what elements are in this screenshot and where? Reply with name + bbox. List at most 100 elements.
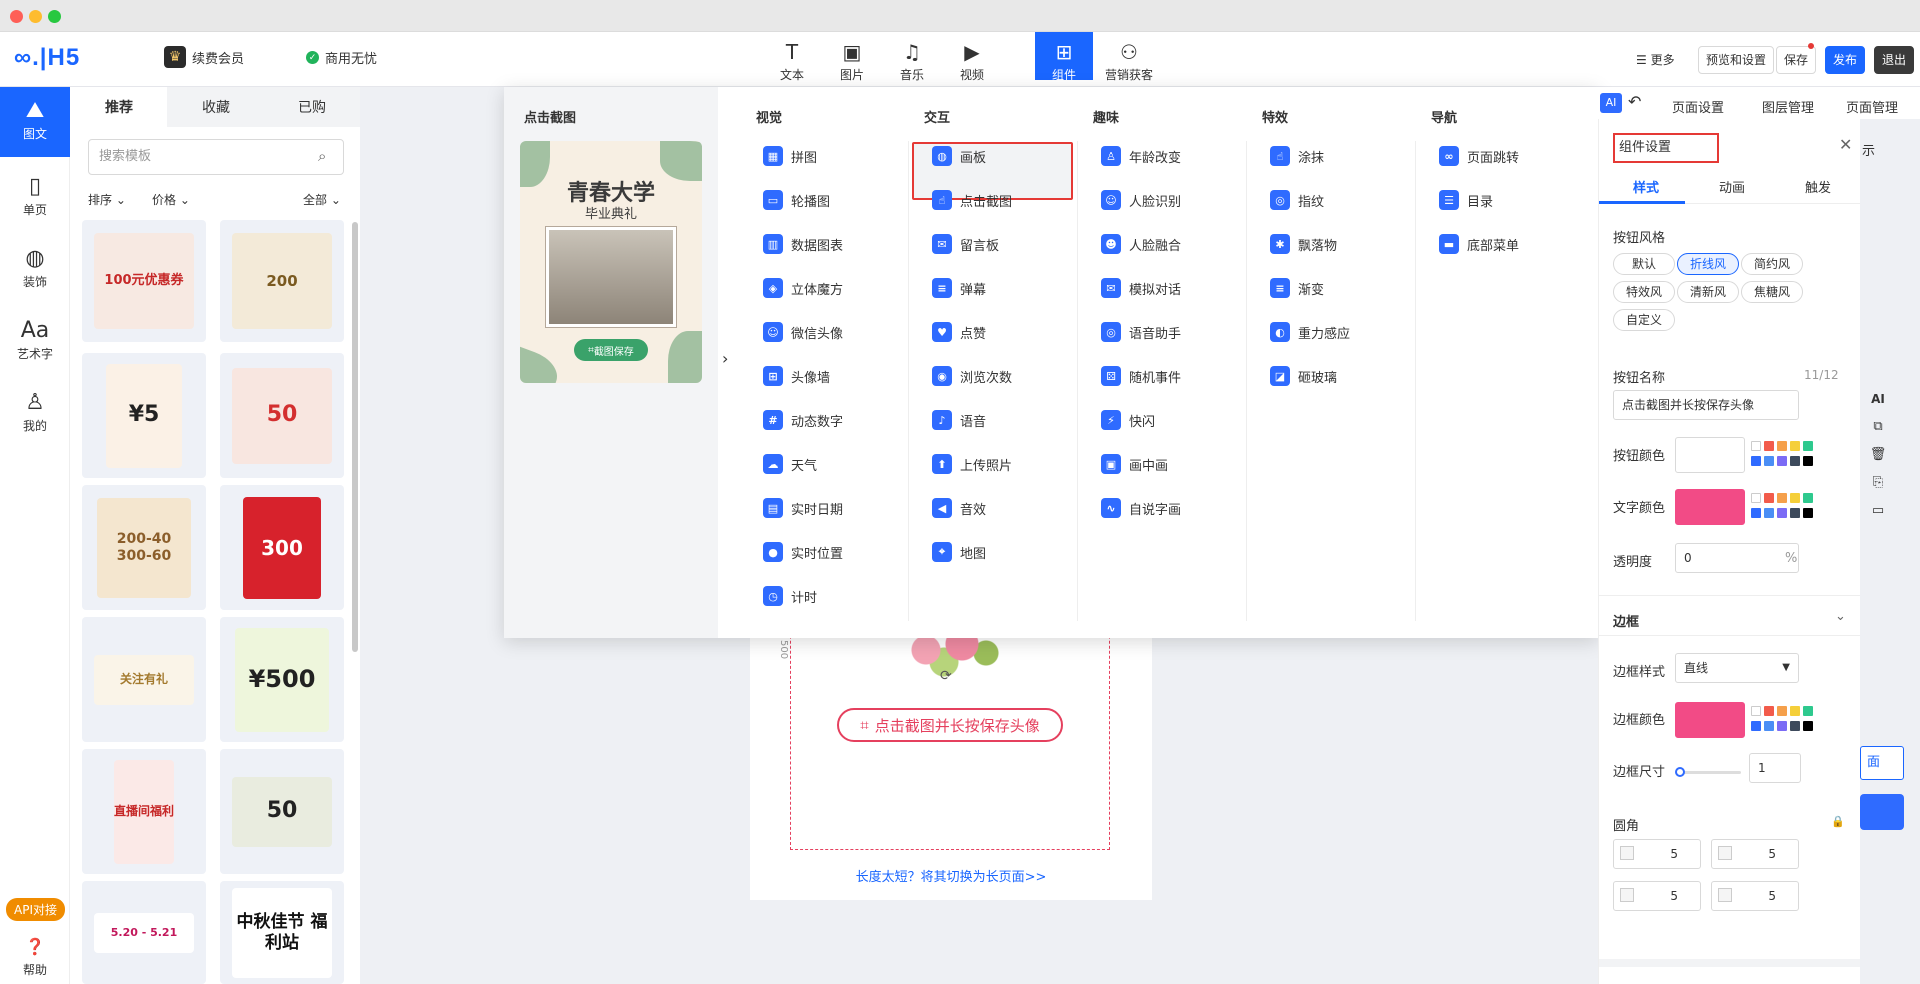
border-size-input[interactable]: 1: [1749, 753, 1801, 783]
search-input[interactable]: 搜索模板: [88, 139, 344, 175]
comp-face-fusion[interactable]: ☻ 人脸融合: [1101, 231, 1181, 257]
lock-icon[interactable]: 🔒: [1831, 815, 1845, 828]
page-button-partial[interactable]: 面: [1860, 746, 1904, 780]
ai-icon[interactable]: AI: [1600, 93, 1622, 113]
nav-decoration[interactable]: ◍ 装饰: [0, 245, 70, 290]
trash-icon[interactable]: 🗑: [1868, 441, 1888, 469]
comp-sound-effect[interactable]: ◀ 音效: [932, 495, 986, 521]
preview-card[interactable]: 青春大学 毕业典礼 ⌗ 截图保存: [520, 141, 702, 383]
subtab-trigger[interactable]: 触发: [1805, 177, 1831, 196]
chevron-down-icon[interactable]: ⌄: [1835, 609, 1846, 624]
comp-voice[interactable]: ♪ 语音: [932, 407, 986, 433]
swatch[interactable]: [1777, 508, 1787, 518]
border-style-select[interactable]: 直线 ▼: [1675, 653, 1799, 683]
tab-layer-manager[interactable]: 图层管理: [1762, 97, 1814, 116]
comp-break-glass[interactable]: ◪ 砸玻璃: [1270, 363, 1337, 389]
style-line[interactable]: 折线风: [1677, 253, 1739, 275]
subtab-animation[interactable]: 动画: [1719, 177, 1745, 196]
style-fresh[interactable]: 清新风: [1677, 281, 1739, 303]
swatch[interactable]: [1751, 706, 1761, 716]
template-card[interactable]: 50: [220, 749, 344, 874]
button-name-input[interactable]: 点击截图并长按保存头像: [1613, 390, 1799, 420]
all-dropdown[interactable]: 全部 ⌄: [303, 191, 341, 208]
swatch[interactable]: [1790, 721, 1800, 731]
text-color-picker[interactable]: [1675, 489, 1745, 525]
style-default[interactable]: 默认: [1613, 253, 1675, 275]
tab-purchased[interactable]: 已购: [298, 97, 326, 117]
comp-toc[interactable]: ☰ 目录: [1439, 187, 1493, 213]
swatch[interactable]: [1790, 441, 1800, 451]
screenshot-button[interactable]: ⌗ 点击截图并长按保存头像: [837, 708, 1063, 742]
folder-icon[interactable]: ▭: [1868, 497, 1888, 525]
price-dropdown[interactable]: 价格 ⌄: [152, 191, 190, 208]
comp-picture-in-picture[interactable]: ▣ 画中画: [1101, 451, 1168, 477]
preview-settings-button[interactable]: 预览和设置: [1698, 46, 1775, 74]
template-card[interactable]: 关注有礼: [82, 617, 206, 742]
nav-art-text[interactable]: Aa 艺术字: [0, 317, 70, 362]
swatch[interactable]: [1751, 456, 1761, 466]
template-card[interactable]: ¥5: [82, 353, 206, 478]
duplicate-icon[interactable]: ⎘: [1868, 469, 1888, 497]
swatch[interactable]: [1777, 493, 1787, 503]
template-card[interactable]: 200-40 300-60: [82, 485, 206, 610]
comp-random-event[interactable]: ⚄ 随机事件: [1101, 363, 1181, 389]
subtab-style[interactable]: 样式: [1633, 177, 1659, 196]
style-caramel[interactable]: 焦糖风: [1741, 281, 1803, 303]
tool-image[interactable]: ▣ 图片: [827, 38, 877, 83]
minimize-window-dot[interactable]: [29, 10, 42, 23]
comp-speech-caption[interactable]: ∿ 自说字画: [1101, 495, 1181, 521]
comp-avatar-wall[interactable]: ⊞ 头像墙: [763, 363, 830, 389]
comp-view-count[interactable]: ◉ 浏览次数: [932, 363, 1012, 389]
swatch[interactable]: [1751, 441, 1761, 451]
sort-dropdown[interactable]: 排序 ⌄: [88, 191, 126, 208]
comp-puzzle[interactable]: ▦ 拼图: [763, 143, 817, 169]
swatch[interactable]: [1764, 721, 1774, 731]
border-color-picker[interactable]: [1675, 702, 1745, 738]
nav-mine[interactable]: ♙ 我的: [0, 389, 70, 434]
swatch[interactable]: [1803, 508, 1813, 518]
comp-date[interactable]: ▤ 实时日期: [763, 495, 843, 521]
button-color-picker[interactable]: [1675, 437, 1745, 473]
slider-handle[interactable]: [1675, 767, 1685, 777]
search-icon[interactable]: ⌕: [318, 147, 326, 165]
tool-music[interactable]: ♫ 音乐: [887, 38, 937, 83]
comp-location[interactable]: ● 实时位置: [763, 539, 843, 565]
tab-favorites[interactable]: 收藏: [202, 97, 230, 117]
swatch[interactable]: [1764, 456, 1774, 466]
opacity-input[interactable]: 0: [1675, 543, 1799, 573]
copy-icon[interactable]: ⧉: [1868, 413, 1888, 441]
tool-text[interactable]: T 文本: [767, 38, 817, 83]
template-card[interactable]: 300: [220, 485, 344, 610]
comp-fingerprint[interactable]: ◎ 指纹: [1270, 187, 1324, 213]
rotate-icon[interactable]: ⟳: [940, 668, 952, 684]
swatch[interactable]: [1803, 721, 1813, 731]
tab-recommended[interactable]: 推荐: [105, 97, 133, 117]
comp-face-recognition[interactable]: ☺ 人脸识别: [1101, 187, 1181, 213]
comp-like[interactable]: ♥ 点赞: [932, 319, 986, 345]
swatch[interactable]: [1777, 721, 1787, 731]
comp-carousel[interactable]: ▭ 轮播图: [763, 187, 830, 213]
nav-help[interactable]: ❓ 帮助: [0, 933, 70, 978]
swatch[interactable]: [1751, 493, 1761, 503]
comp-upload-photo[interactable]: ⬆ 上传照片: [932, 451, 1012, 477]
swatch[interactable]: [1790, 493, 1800, 503]
border-size-slider[interactable]: [1679, 771, 1741, 774]
comp-drawing-board[interactable]: ◍ 画板: [932, 143, 986, 169]
comp-falling[interactable]: ✱ 飘落物: [1270, 231, 1337, 257]
tool-video[interactable]: ▶ 视频: [947, 38, 997, 83]
border-section-title[interactable]: 边框: [1613, 611, 1639, 630]
long-page-hint[interactable]: 长度太短？将其切换为长页面>>: [750, 866, 1152, 885]
app-logo[interactable]: ∞.|H5: [14, 44, 80, 72]
template-card[interactable]: 200: [220, 220, 344, 342]
comp-barrage[interactable]: ≡ 弹幕: [932, 275, 986, 301]
comp-age-change[interactable]: ♙ 年龄改变: [1101, 143, 1181, 169]
close-icon[interactable]: ✕: [1839, 135, 1852, 154]
chevron-right-icon[interactable]: ›: [722, 349, 728, 368]
swatch[interactable]: [1803, 456, 1813, 466]
tab-page-settings[interactable]: 页面设置: [1672, 97, 1724, 116]
comp-flash[interactable]: ⚡ 快闪: [1101, 407, 1155, 433]
tool-component[interactable]: ⊞ 组件: [1035, 32, 1093, 82]
template-card[interactable]: 50: [220, 353, 344, 478]
more-menu[interactable]: ☰ 更多: [1636, 51, 1675, 68]
comp-dynamic-number[interactable]: # 动态数字: [763, 407, 843, 433]
